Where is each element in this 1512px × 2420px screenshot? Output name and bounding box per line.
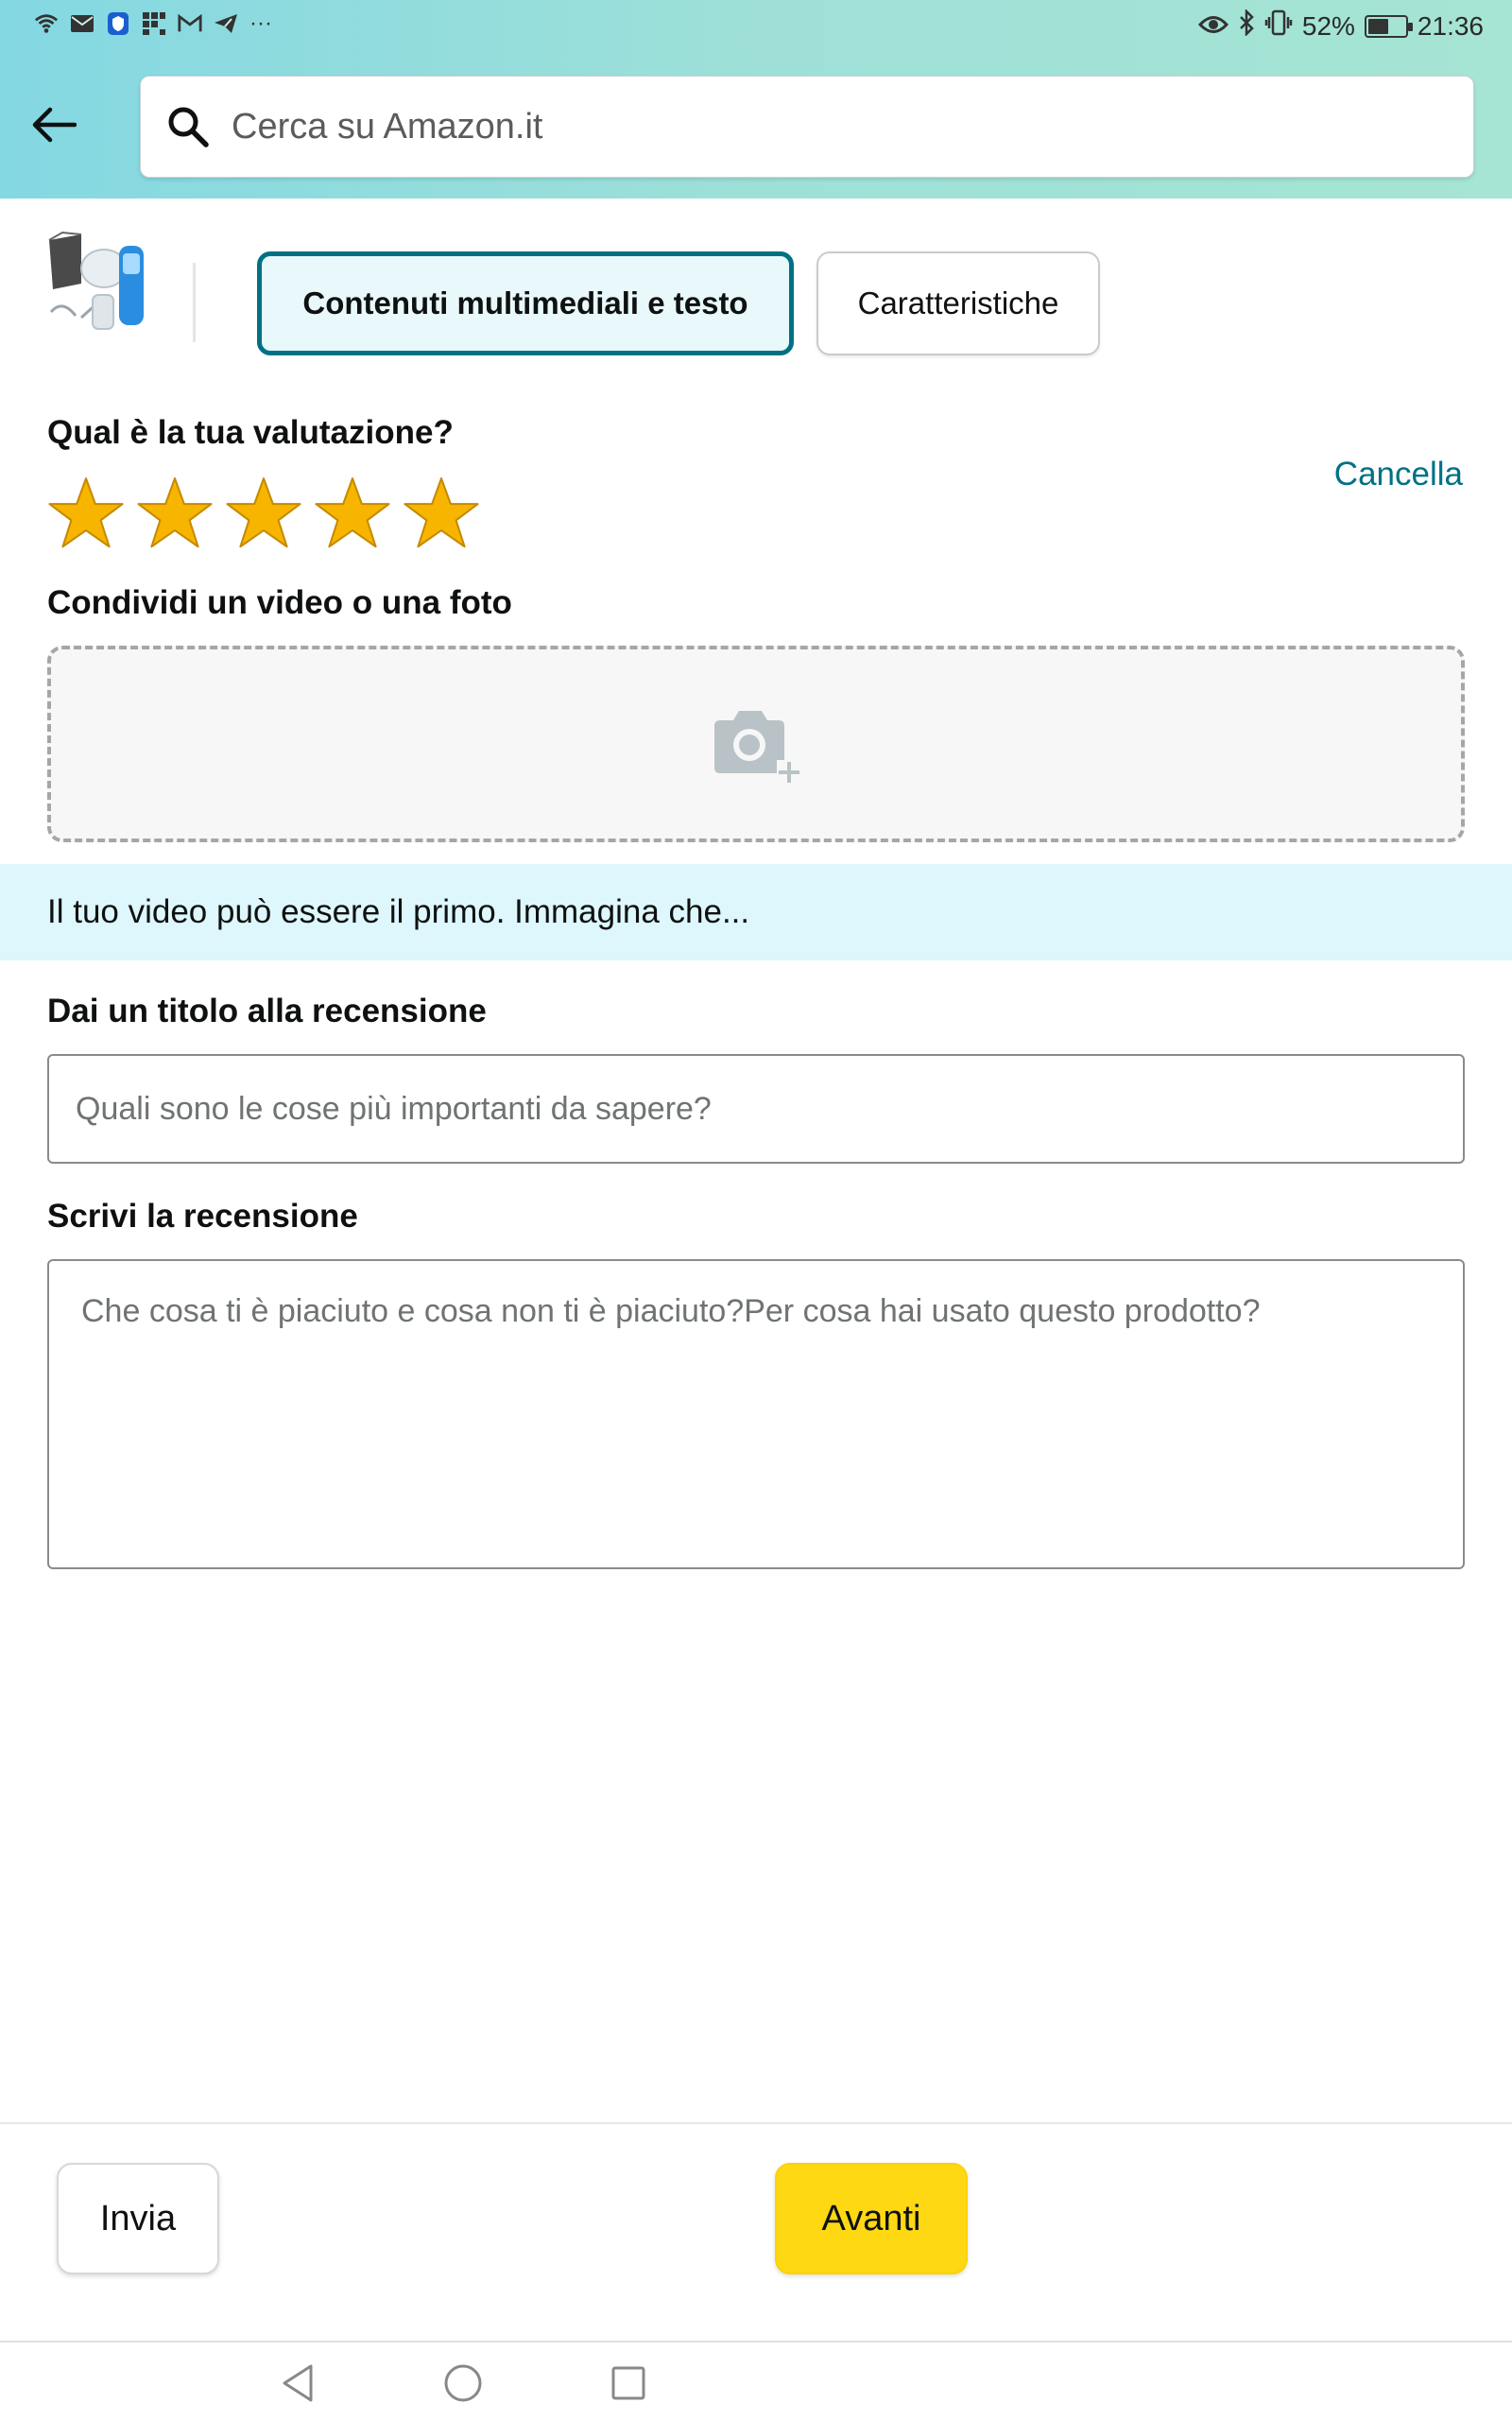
nav-back-button[interactable] (274, 2360, 321, 2407)
bluetooth-icon (1238, 8, 1255, 43)
more-notifications-icon: ··· (249, 10, 272, 36)
review-body-label: Scrivi la recensione (47, 1198, 358, 1235)
next-button[interactable]: Avanti (775, 2163, 968, 2274)
clock: 21:36 (1417, 10, 1484, 41)
vibrate-icon (1264, 9, 1293, 43)
search-input[interactable] (232, 106, 1441, 147)
product-thumbnail (43, 225, 157, 338)
battery-icon (1364, 14, 1413, 38)
notification-icons: ··· (34, 10, 272, 36)
eye-icon (1197, 11, 1228, 42)
star-5-icon[interactable] (403, 475, 480, 552)
back-button[interactable] (23, 95, 83, 155)
telegram-icon (214, 11, 238, 36)
video-info-banner: Il tuo video può essere il primo. Immagi… (0, 864, 1512, 960)
top-app-bar: ··· 52% 21:36 (0, 0, 1512, 199)
tab-features[interactable]: Caratteristiche (816, 251, 1100, 355)
banner-text: Il tuo video può essere il primo. Immagi… (47, 893, 750, 930)
star-1-icon[interactable] (47, 475, 125, 552)
wifi-icon (34, 11, 59, 36)
status-bar: ··· 52% 21:36 (0, 0, 1512, 57)
star-2-icon[interactable] (136, 475, 214, 552)
add-photo-icon (714, 711, 801, 785)
star-rating[interactable] (47, 475, 480, 552)
footer-divider (0, 2122, 1512, 2124)
nav-recents-button[interactable] (605, 2360, 652, 2407)
mail-icon (70, 11, 94, 36)
media-label: Condividi un video o una foto (47, 584, 512, 621)
review-title-input[interactable] (47, 1054, 1465, 1164)
nav-home-icon (444, 2364, 482, 2402)
star-3-icon[interactable] (225, 475, 302, 552)
nav-recents-icon (611, 2366, 645, 2400)
review-body-textarea[interactable] (47, 1259, 1465, 1569)
battery-percent: 52% (1301, 10, 1355, 41)
submit-button[interactable]: Invia (57, 2163, 219, 2274)
cancel-rating-link[interactable]: Cancella (1334, 456, 1463, 493)
app-grid-icon (142, 11, 166, 36)
back-arrow-icon (32, 107, 77, 143)
battery-level (1367, 18, 1388, 34)
nav-back-icon (283, 2364, 313, 2402)
thumbnail-divider (193, 263, 196, 342)
review-title-label: Dai un titolo alla recensione (47, 993, 487, 1029)
tab-media-and-text[interactable]: Contenuti multimediali e testo (257, 251, 794, 355)
media-upload-area[interactable] (47, 646, 1465, 842)
gmail-icon (178, 11, 202, 36)
search-icon (163, 102, 213, 151)
star-4-icon[interactable] (314, 475, 391, 552)
nav-home-button[interactable] (439, 2360, 487, 2407)
search-bar[interactable] (140, 76, 1474, 178)
system-status: 52% 21:36 (1197, 8, 1484, 43)
rating-label: Qual è la tua valutazione? (47, 414, 454, 451)
shield-icon (106, 11, 130, 36)
system-navigation-bar (0, 2341, 1512, 2420)
